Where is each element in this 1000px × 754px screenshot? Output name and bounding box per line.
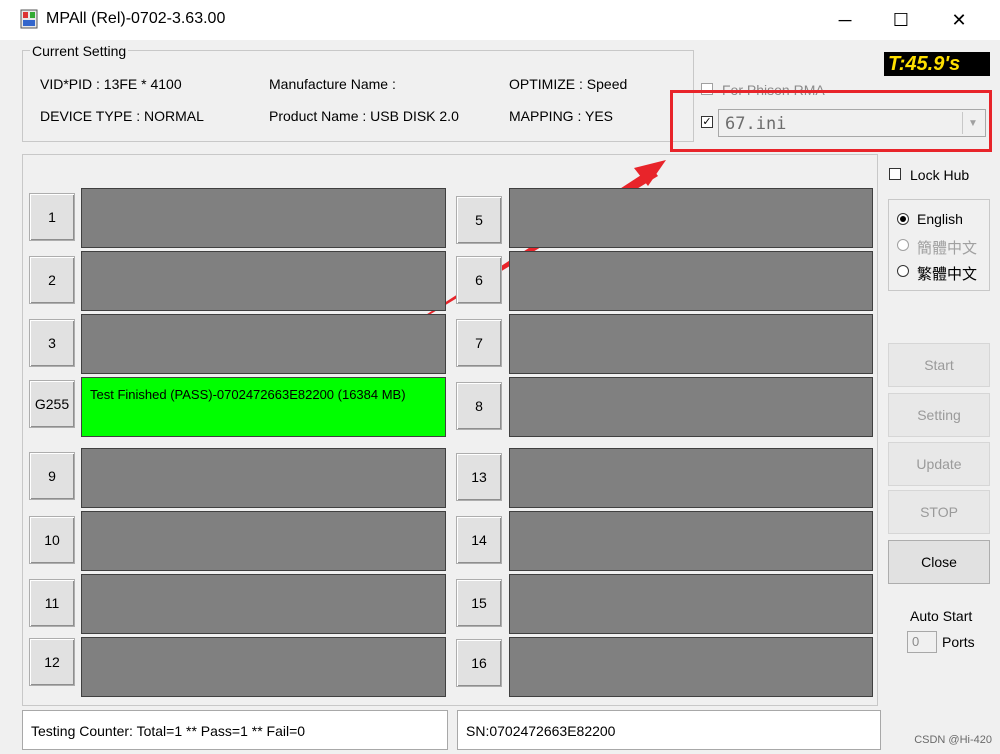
traditional-chinese-label: 繁體中文 <box>917 266 978 283</box>
english-label: English <box>917 211 963 227</box>
port-button-1[interactable]: 1 <box>29 193 75 241</box>
close-button[interactable]: Close <box>888 540 990 584</box>
auto-start-ports-label: Ports <box>942 634 975 650</box>
lock-hub-label: Lock Hub <box>910 167 970 183</box>
watermark: CSDN @Hi-420 <box>914 734 992 746</box>
port-button-9[interactable]: 9 <box>29 452 75 500</box>
simplified-chinese-label: 簡體中文 <box>917 240 978 257</box>
auto-start-label: Auto Start <box>910 608 973 624</box>
port-button-g255[interactable]: G255 <box>29 380 75 428</box>
port-button-15[interactable]: 15 <box>456 579 502 627</box>
current-setting-group <box>22 50 694 142</box>
port-slot-5 <box>509 188 873 248</box>
port-slot-6 <box>509 251 873 311</box>
traditional-chinese-radio[interactable] <box>897 265 909 277</box>
lock-hub-checkbox[interactable] <box>889 168 901 180</box>
port-status: Test Finished (PASS)-0702472663E82200 (1… <box>90 387 406 402</box>
current-setting-legend: Current Setting <box>30 43 129 59</box>
port-slot-9 <box>81 448 446 508</box>
app-icon <box>20 9 38 29</box>
device-type-text: DEVICE TYPE : NORMAL <box>40 108 204 124</box>
manufacture-name-text: Manufacture Name : <box>269 76 396 92</box>
port-slot-3 <box>81 314 446 374</box>
serial-number: SN:0702472663E82200 <box>457 710 881 750</box>
port-button-16[interactable]: 16 <box>456 639 502 687</box>
maximize-button[interactable]: ☐ <box>878 0 924 40</box>
port-button-12[interactable]: 12 <box>29 638 75 686</box>
start-button[interactable]: Start <box>888 343 990 387</box>
stop-button[interactable]: STOP <box>888 490 990 534</box>
update-button[interactable]: Update <box>888 442 990 486</box>
window-title: MPAll (Rel)-0702-3.63.00 <box>46 10 226 27</box>
port-slot-10 <box>81 511 446 571</box>
port-button-5[interactable]: 5 <box>456 196 502 244</box>
port-slot-16 <box>509 637 873 697</box>
port-button-3[interactable]: 3 <box>29 319 75 367</box>
port-slot-8 <box>509 377 873 437</box>
port-button-2[interactable]: 2 <box>29 256 75 304</box>
port-slot-11 <box>81 574 446 634</box>
minimize-button[interactable]: ─ <box>822 0 868 40</box>
port-slot-13 <box>509 448 873 508</box>
port-slot-2 <box>81 251 446 311</box>
port-button-6[interactable]: 6 <box>456 256 502 304</box>
window-close-button[interactable]: ✕ <box>936 0 982 40</box>
port-slot-7 <box>509 314 873 374</box>
vid-pid-text: VID*PID : 13FE * 4100 <box>40 76 182 92</box>
port-button-11[interactable]: 11 <box>29 579 75 627</box>
mapping-text: MAPPING : YES <box>509 108 613 124</box>
port-slot-15 <box>509 574 873 634</box>
product-name-text: Product Name : USB DISK 2.0 <box>269 108 459 124</box>
elapsed-timer: T:45.9's <box>884 52 990 76</box>
port-slot-14 <box>509 511 873 571</box>
port-slot-12 <box>81 637 446 697</box>
port-button-13[interactable]: 13 <box>456 453 502 501</box>
simplified-chinese-radio[interactable] <box>897 239 909 251</box>
port-button-8[interactable]: 8 <box>456 382 502 430</box>
port-button-7[interactable]: 7 <box>456 319 502 367</box>
annotation-highlight-box <box>670 90 992 152</box>
port-slot-g255: Test Finished (PASS)-0702472663E82200 (1… <box>81 377 446 437</box>
port-button-14[interactable]: 14 <box>456 516 502 564</box>
port-slot-1 <box>81 188 446 248</box>
port-button-10[interactable]: 10 <box>29 516 75 564</box>
auto-start-ports-input[interactable]: 0 <box>907 631 937 653</box>
testing-counter: Testing Counter: Total=1 ** Pass=1 ** Fa… <box>22 710 448 750</box>
english-radio[interactable] <box>897 213 909 225</box>
setting-button[interactable]: Setting <box>888 393 990 437</box>
optimize-text: OPTIMIZE : Speed <box>509 76 628 92</box>
